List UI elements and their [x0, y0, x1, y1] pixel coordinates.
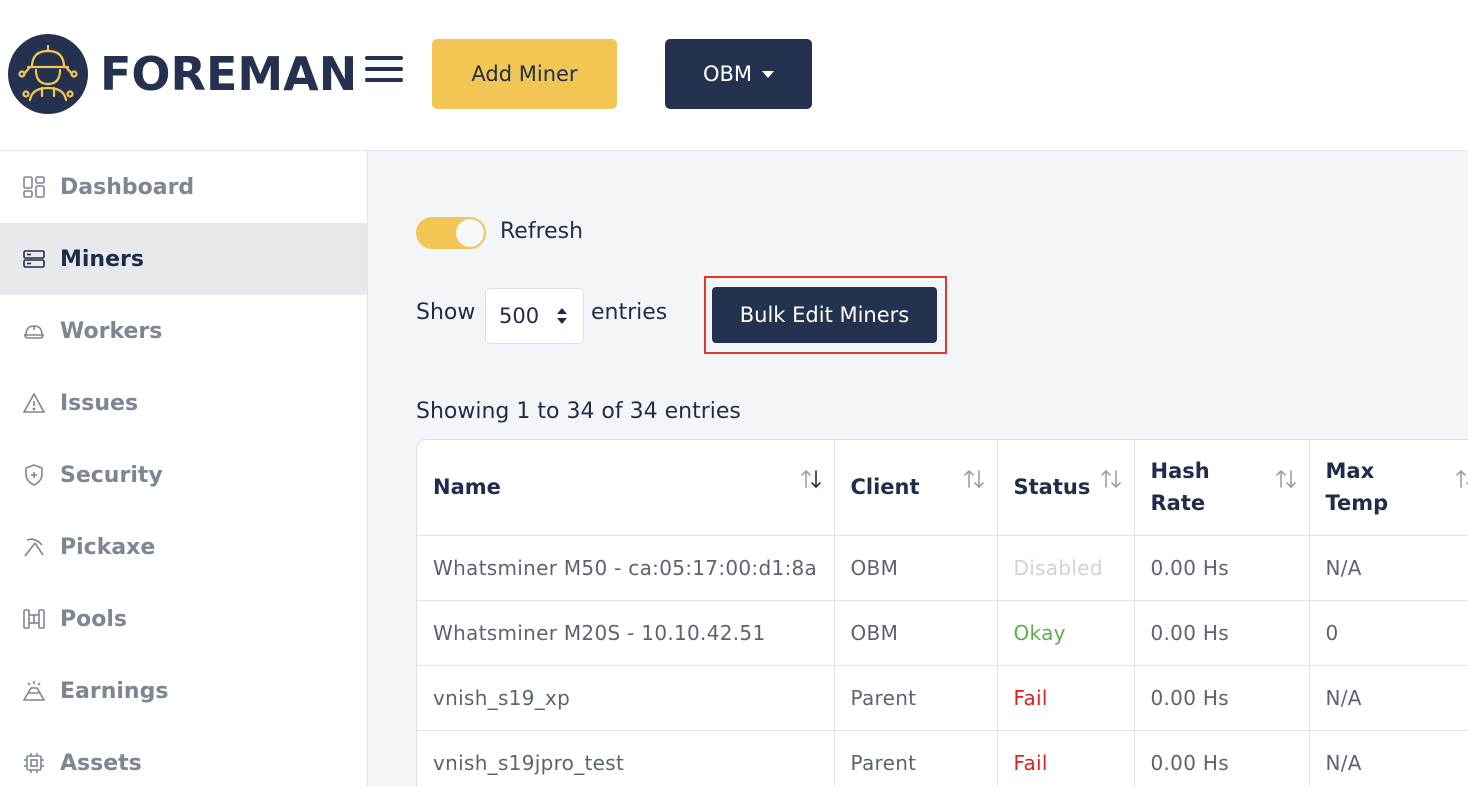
sidebar-item-label: Earnings	[60, 678, 169, 704]
sidebar: Dashboard Miners Workers Issues Security…	[0, 151, 368, 786]
bulk-edit-miners-button[interactable]: Bulk Edit Miners	[712, 287, 937, 343]
sidebar-item-label: Assets	[60, 750, 142, 776]
top-header: FOREMAN Add Miner OBM	[0, 0, 1468, 151]
server-icon	[23, 250, 45, 268]
cell-hash-rate: 0.00 Hs	[1134, 730, 1310, 786]
cell-client: OBM	[834, 535, 998, 601]
sidebar-item-label: Miners	[60, 246, 144, 272]
table-header-row: Name Client Status Hash Rate Max Temp	[417, 440, 1468, 536]
table-row[interactable]: vnish_s19jpro_test Parent Fail 0.00 Hs N…	[417, 730, 1468, 786]
shield-icon	[25, 464, 43, 486]
sidebar-item-label: Security	[60, 462, 163, 488]
sidebar-item-security[interactable]: Security	[0, 439, 367, 511]
sidebar-item-dashboard[interactable]: Dashboard	[0, 151, 367, 223]
cell-hash-rate: 0.00 Hs	[1134, 600, 1310, 666]
sort-icon	[1100, 469, 1121, 489]
column-header-client[interactable]: Client	[834, 440, 998, 536]
sidebar-item-earnings[interactable]: Earnings	[0, 655, 367, 727]
sidebar-item-label: Pools	[60, 606, 127, 632]
earnings-icon	[22, 681, 46, 701]
sort-icon	[1275, 469, 1296, 489]
refresh-label: Refresh	[500, 219, 584, 244]
client-select-button[interactable]: OBM	[665, 39, 812, 109]
menu-toggle-icon[interactable]	[365, 56, 403, 86]
cell-name: vnish_s19jpro_test	[417, 730, 835, 786]
client-select-label: OBM	[702, 62, 753, 86]
cell-status: Disabled	[997, 535, 1135, 601]
entries-select-value: 500	[499, 304, 540, 328]
sort-icon	[963, 469, 984, 489]
cell-max-temp: N/A	[1309, 730, 1468, 786]
add-miner-button[interactable]: Add Miner	[432, 39, 617, 109]
sort-desc-icon	[800, 469, 821, 489]
chip-icon	[24, 753, 44, 773]
cell-name: Whatsminer M50 - ca:05:17:00:d1:8a	[417, 535, 835, 601]
entries-label: entries	[591, 300, 668, 325]
column-header-max-temp[interactable]: Max Temp	[1309, 440, 1468, 536]
cell-client: Parent	[834, 730, 998, 786]
sidebar-item-miners[interactable]: Miners	[0, 223, 367, 295]
cell-max-temp: N/A	[1309, 535, 1468, 601]
sidebar-item-assets[interactable]: Assets	[0, 727, 367, 786]
miners-table: Name Client Status Hash Rate Max Temp Wh…	[416, 439, 1468, 786]
sidebar-item-pickaxe[interactable]: Pickaxe	[0, 511, 367, 583]
sort-arrows-icon	[557, 308, 567, 324]
sort-icon	[1455, 469, 1468, 488]
cell-name: Whatsminer M20S - 10.10.42.51	[417, 600, 835, 666]
warning-icon	[22, 392, 46, 413]
refresh-toggle[interactable]	[416, 217, 486, 249]
caret-down-icon	[762, 70, 775, 78]
pools-icon	[23, 609, 45, 629]
sidebar-item-label: Workers	[60, 318, 163, 344]
pagination-info: Showing 1 to 34 of 34 entries	[416, 399, 741, 424]
column-header-status[interactable]: Status	[997, 440, 1135, 536]
cell-name: vnish_s19_xp	[417, 665, 835, 731]
table-row[interactable]: Whatsminer M50 - ca:05:17:00:d1:8a OBM D…	[417, 535, 1468, 601]
sidebar-item-issues[interactable]: Issues	[0, 367, 367, 439]
toggle-knob	[456, 219, 484, 247]
sidebar-item-label: Pickaxe	[60, 534, 156, 560]
foreman-logo-icon[interactable]	[8, 34, 88, 114]
sidebar-item-pools[interactable]: Pools	[0, 583, 367, 655]
cell-status: Fail	[997, 665, 1135, 731]
cell-status: Fail	[997, 730, 1135, 786]
pickaxe-icon	[24, 538, 44, 557]
cell-max-temp: 0	[1309, 600, 1468, 666]
sidebar-item-label: Dashboard	[60, 174, 195, 200]
column-header-hash-rate[interactable]: Hash Rate	[1134, 440, 1310, 536]
cell-max-temp: N/A	[1309, 665, 1468, 731]
entries-per-page-select[interactable]: 500	[485, 288, 584, 344]
hardhat-icon	[24, 325, 44, 339]
cell-hash-rate: 0.00 Hs	[1134, 665, 1310, 731]
sidebar-item-workers[interactable]: Workers	[0, 295, 367, 367]
table-row[interactable]: vnish_s19_xp Parent Fail 0.00 Hs N/A	[417, 665, 1468, 731]
column-header-name[interactable]: Name	[417, 440, 835, 536]
sidebar-item-label: Issues	[60, 390, 139, 416]
cell-hash-rate: 0.00 Hs	[1134, 535, 1310, 601]
cell-status: Okay	[997, 600, 1135, 666]
cell-client: Parent	[834, 665, 998, 731]
brand-name: FOREMAN	[100, 47, 358, 101]
cell-client: OBM	[834, 600, 998, 666]
show-label: Show	[416, 300, 476, 325]
table-row[interactable]: Whatsminer M20S - 10.10.42.51 OBM Okay 0…	[417, 600, 1468, 666]
dashboard-icon	[23, 176, 45, 198]
main-content: Refresh Show 500 entries Bulk Edit Miner…	[368, 151, 1468, 786]
